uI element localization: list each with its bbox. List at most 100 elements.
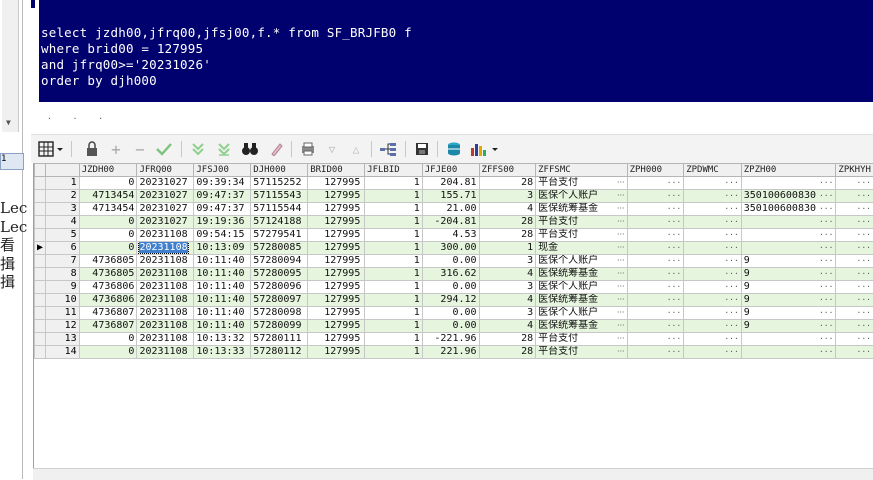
ellipsis-icon[interactable]: ··· <box>724 191 738 200</box>
cell-jzdh00[interactable]: 4736807 <box>79 307 137 320</box>
cell-djh000[interactable]: 57115252 <box>251 177 308 190</box>
ellipsis-icon[interactable]: ··· <box>857 282 871 291</box>
cell-djh000[interactable]: 57115543 <box>251 190 308 203</box>
cell-zph000[interactable]: ··· <box>627 268 684 281</box>
ellipsis-icon[interactable]: ··· <box>819 334 833 343</box>
cell-zph000[interactable]: ··· <box>627 229 684 242</box>
ellipsis-icon[interactable]: ··· <box>724 308 738 317</box>
cell-zpkhyh[interactable]: ··· <box>836 190 873 203</box>
cell-zffsmc[interactable]: 医保统筹基金··· <box>536 268 627 281</box>
cell-jfsj00[interactable]: 10:11:40 <box>194 255 251 268</box>
cell-zpdwmc[interactable]: ··· <box>684 190 742 203</box>
cell-zffs00[interactable]: 4 <box>479 268 536 281</box>
row-number[interactable]: 9 <box>46 281 80 294</box>
cell-zffsmc[interactable]: 医保个人账户··· <box>536 281 627 294</box>
ellipsis-icon[interactable]: ··· <box>857 334 871 343</box>
table-row[interactable]: 402023102719:19:36571241881279951-204.81… <box>35 216 873 229</box>
cell-jfsj00[interactable]: 09:54:15 <box>194 229 251 242</box>
row-number[interactable]: 6 <box>46 242 80 255</box>
splitter[interactable]: · · · <box>31 102 873 120</box>
ellipsis-icon[interactable]: ··· <box>667 256 681 265</box>
ellipsis-icon[interactable]: ··· <box>857 204 871 213</box>
cell-djh000[interactable]: 57280095 <box>251 268 308 281</box>
ellipsis-icon[interactable]: ··· <box>819 256 833 265</box>
scroll-down-arrow-icon[interactable]: ▼ <box>6 118 11 127</box>
cell-zph000[interactable]: ··· <box>627 242 684 255</box>
sql-editor[interactable]: select jzdh00,jfrq00,jfsj00,f.* from SF_… <box>31 0 873 102</box>
left-scrollbar[interactable]: ▼ <box>2 0 19 132</box>
cell-djh000[interactable]: 57280096 <box>251 281 308 294</box>
column-header[interactable]: JFJE00 <box>422 164 479 177</box>
cell-jfje00[interactable]: -221.96 <box>422 333 479 346</box>
cell-jfsj00[interactable]: 10:11:40 <box>194 294 251 307</box>
cell-jflbid[interactable]: 1 <box>365 242 423 255</box>
ellipsis-icon[interactable]: ··· <box>819 282 833 291</box>
row-indicator[interactable] <box>35 346 46 359</box>
cell-zph000[interactable]: ··· <box>627 216 684 229</box>
cell-jfje00[interactable]: 316.62 <box>422 268 479 281</box>
check-icon[interactable] <box>153 139 175 159</box>
cell-jflbid[interactable]: 1 <box>365 216 423 229</box>
sql-line[interactable]: order by djh000 <box>41 73 157 88</box>
ellipsis-icon[interactable]: ··· <box>667 295 681 304</box>
row-number[interactable]: 12 <box>46 320 80 333</box>
cell-jfsj00[interactable]: 10:11:40 <box>194 281 251 294</box>
ellipsis-icon[interactable]: ··· <box>819 321 833 330</box>
cell-jfrq00[interactable]: 20231027 <box>137 177 194 190</box>
cell-jflbid[interactable]: 1 <box>365 294 423 307</box>
cell-zffs00[interactable]: 28 <box>479 229 536 242</box>
cell-zpzh00[interactable]: 9··· <box>741 255 836 268</box>
cell-jfsj00[interactable]: 10:11:40 <box>194 320 251 333</box>
row-indicator[interactable] <box>35 229 46 242</box>
ellipsis-icon[interactable]: ··· <box>617 321 625 330</box>
sql-line[interactable]: select jzdh00,jfrq00,jfsj00,f.* from SF_… <box>41 25 412 40</box>
ellipsis-icon[interactable]: ··· <box>667 321 681 330</box>
cell-zph000[interactable]: ··· <box>627 203 684 216</box>
row-number[interactable]: 3 <box>46 203 80 216</box>
ellipsis-icon[interactable]: ··· <box>857 217 871 226</box>
cell-zffs00[interactable]: 3 <box>479 190 536 203</box>
cell-jflbid[interactable]: 1 <box>365 229 423 242</box>
ellipsis-icon[interactable]: ··· <box>857 243 871 252</box>
cell-zpkhyh[interactable]: ··· <box>836 307 873 320</box>
cell-jfsj00[interactable]: 19:19:36 <box>194 216 251 229</box>
ellipsis-icon[interactable]: ··· <box>819 204 833 213</box>
cell-jzdh00[interactable]: 4736806 <box>79 294 137 307</box>
cell-zpdwmc[interactable]: ··· <box>684 333 742 346</box>
cell-zpkhyh[interactable]: ··· <box>836 346 873 359</box>
cell-zffs00[interactable]: 4 <box>479 203 536 216</box>
ellipsis-icon[interactable]: ··· <box>819 347 833 356</box>
cell-zpdwmc[interactable]: ··· <box>684 307 742 320</box>
cell-jzdh00[interactable]: 4736805 <box>79 268 137 281</box>
cell-jzdh00[interactable]: 0 <box>79 229 137 242</box>
cell-zpdwmc[interactable]: ··· <box>684 320 742 333</box>
ellipsis-icon[interactable]: ··· <box>724 178 738 187</box>
table-row[interactable]: 847368052023110810:11:405728009512799513… <box>35 268 873 281</box>
cell-djh000[interactable]: 57280099 <box>251 320 308 333</box>
row-number[interactable]: 2 <box>46 190 80 203</box>
cell-zpkhyh[interactable]: ··· <box>836 333 873 346</box>
cell-zffsmc[interactable]: 医保统筹基金··· <box>536 203 627 216</box>
row-indicator[interactable] <box>35 268 46 281</box>
cell-zffsmc[interactable]: 平台支付··· <box>536 346 627 359</box>
table-row[interactable]: 1402023110810:13:33572801121279951221.96… <box>35 346 873 359</box>
ellipsis-icon[interactable]: ··· <box>857 191 871 200</box>
cell-brid00[interactable]: 127995 <box>308 346 365 359</box>
cell-jfje00[interactable]: 0.00 <box>422 281 479 294</box>
column-header[interactable]: ZPDWMC <box>684 164 742 177</box>
ellipsis-icon[interactable]: ··· <box>724 282 738 291</box>
cell-zffsmc[interactable]: 平台支付··· <box>536 177 627 190</box>
cell-djh000[interactable]: 57280094 <box>251 255 308 268</box>
cell-brid00[interactable]: 127995 <box>308 333 365 346</box>
ellipsis-icon[interactable]: ··· <box>617 347 625 356</box>
ellipsis-icon[interactable]: ··· <box>667 308 681 317</box>
cell-zpzh00[interactable]: ··· <box>741 346 836 359</box>
cell-brid00[interactable]: 127995 <box>308 268 365 281</box>
eraser-icon[interactable] <box>265 139 287 159</box>
cell-zpkhyh[interactable]: ··· <box>836 268 873 281</box>
ellipsis-icon[interactable]: ··· <box>617 295 625 304</box>
tree-icon[interactable] <box>377 139 399 159</box>
cell-jfrq00[interactable]: 20231108 <box>137 320 194 333</box>
cell-djh000[interactable]: 57124188 <box>251 216 308 229</box>
cell-jzdh00[interactable]: 4736806 <box>79 281 137 294</box>
